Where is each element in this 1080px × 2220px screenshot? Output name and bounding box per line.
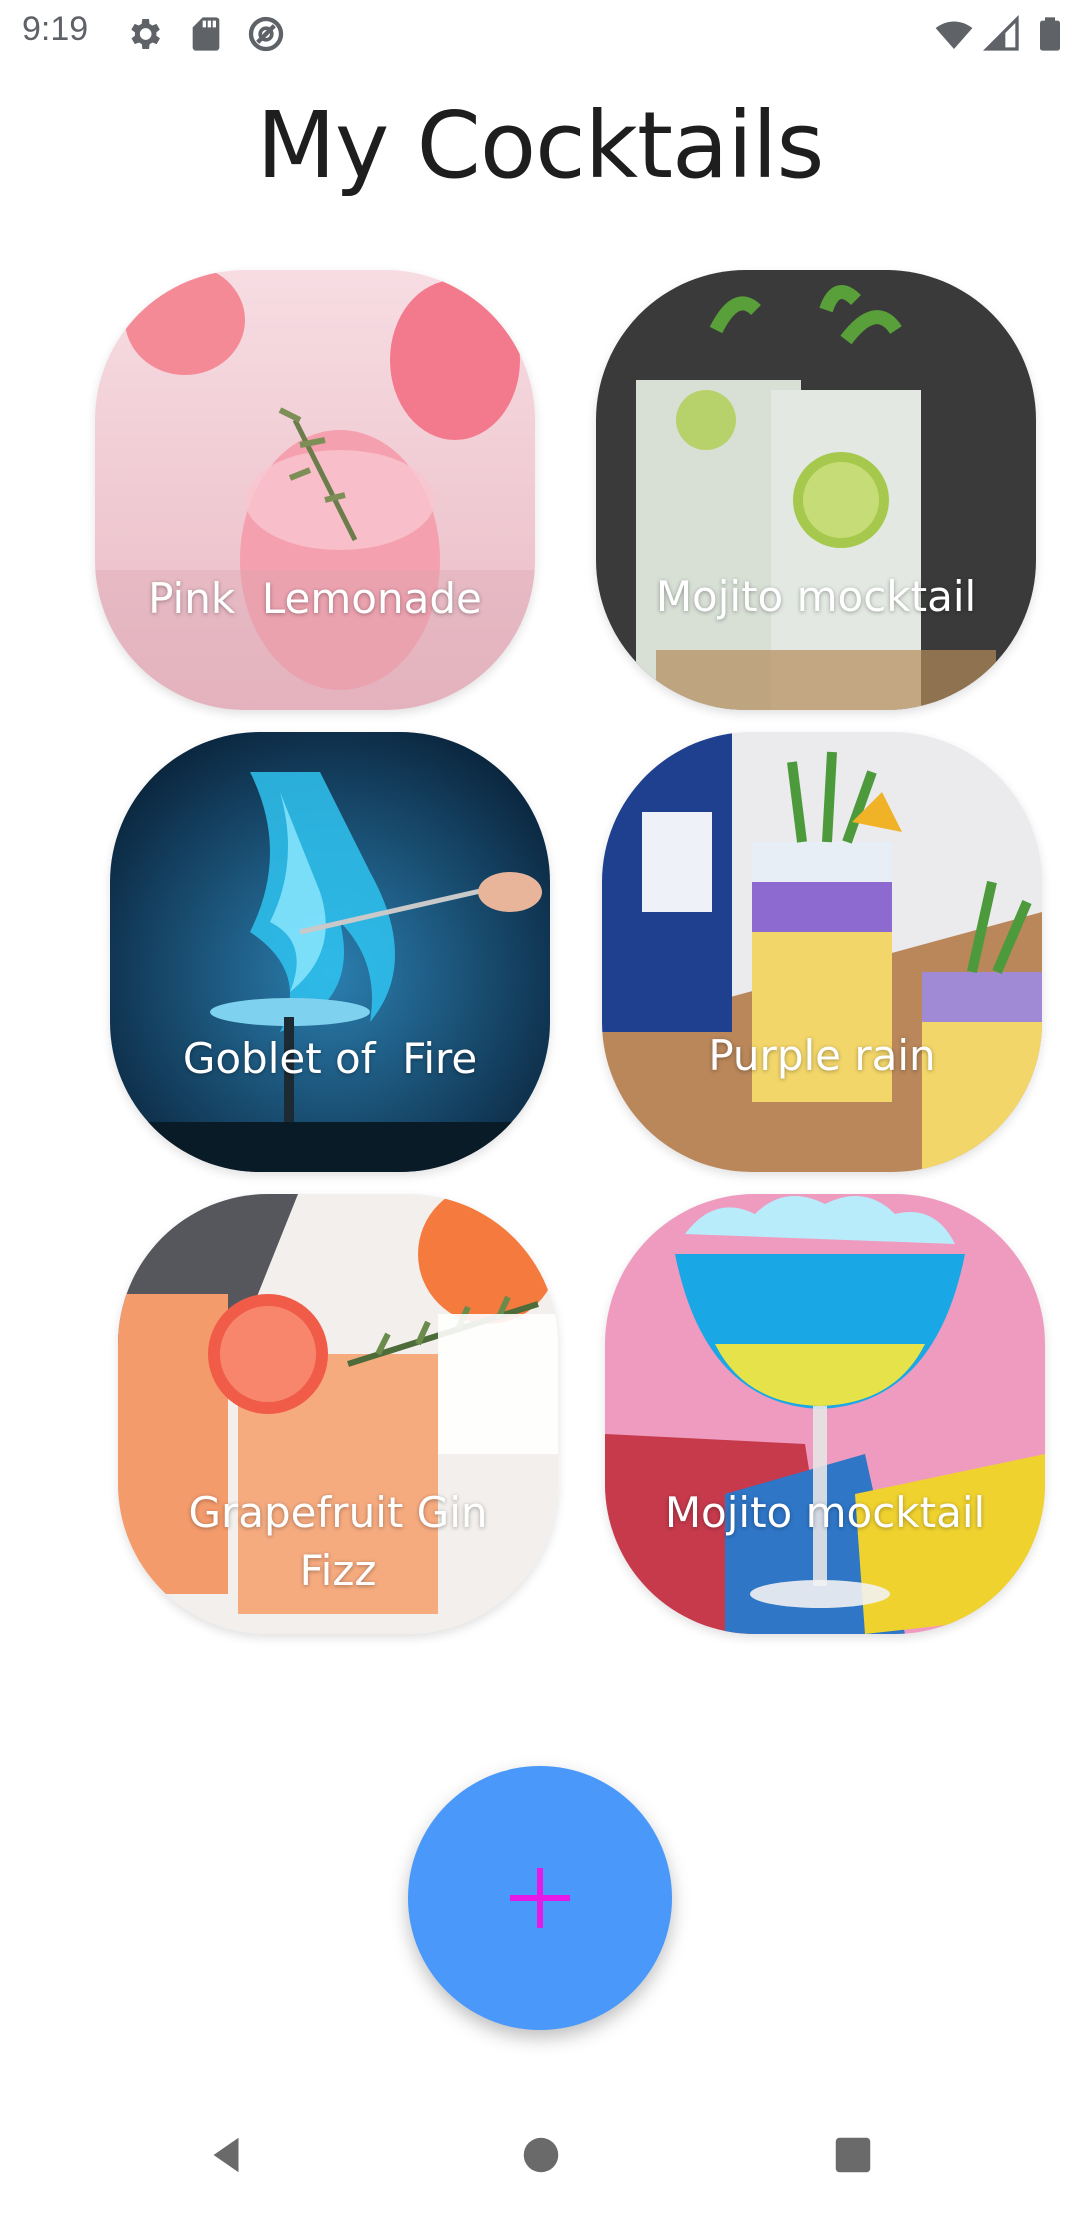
navigation-bar <box>0 2090 1080 2220</box>
status-bar: 9:19 <box>0 0 1080 66</box>
cocktail-card-purple-rain[interactable]: Purple rain <box>602 732 1042 1172</box>
cocktail-card-grapefruit-gin-fizz[interactable]: Grapefruit Gin Fizz <box>118 1194 558 1634</box>
cocktail-name: Pink Lemonade <box>148 574 482 623</box>
cocktail-name: Mojito mocktail <box>655 572 977 621</box>
add-cocktail-button[interactable] <box>408 1766 672 2030</box>
cocktail-image <box>110 732 550 1172</box>
cocktail-card-mojito-mocktail-blue[interactable]: Mojito mocktail <box>605 1194 1045 1634</box>
cocktail-name: Grapefruit Gin Fizz <box>188 1488 488 1595</box>
cocktail-name: Mojito mocktail <box>664 1488 986 1537</box>
settings-icon <box>131 19 160 49</box>
signal-icon <box>982 14 1019 51</box>
cocktail-name: Purple rain <box>708 1031 936 1080</box>
cocktail-image <box>605 1194 1045 1634</box>
cocktail-image <box>596 270 1036 710</box>
cocktail-image <box>95 270 535 710</box>
wifi-icon <box>935 21 973 49</box>
no-tracking-icon <box>248 16 284 52</box>
recents-icon <box>835 2137 871 2173</box>
recents-button[interactable] <box>818 2120 888 2190</box>
cocktail-card-goblet-of-fire[interactable]: Goblet of Fire <box>110 732 550 1172</box>
page-title: My Cocktails <box>256 92 825 199</box>
sd-card-icon <box>192 17 220 51</box>
back-icon <box>213 2137 239 2173</box>
back-button[interactable] <box>192 2120 262 2190</box>
battery-icon <box>1040 17 1060 51</box>
cocktail-card-pink-lemonade[interactable]: Pink Lemonade <box>95 270 535 710</box>
cocktail-image <box>602 732 1042 1172</box>
status-time: 9:19 <box>22 10 89 48</box>
cocktail-card-mojito-mocktail[interactable]: Mojito mocktail <box>596 270 1036 710</box>
cocktail-name: Goblet of Fire <box>182 1034 478 1083</box>
home-button[interactable] <box>506 2120 576 2190</box>
app-screen: 9:19 My Cocktails Pink Lemonade Mojito m… <box>0 0 1080 2220</box>
plus-icon <box>510 1868 570 1928</box>
home-icon <box>523 2137 559 2173</box>
